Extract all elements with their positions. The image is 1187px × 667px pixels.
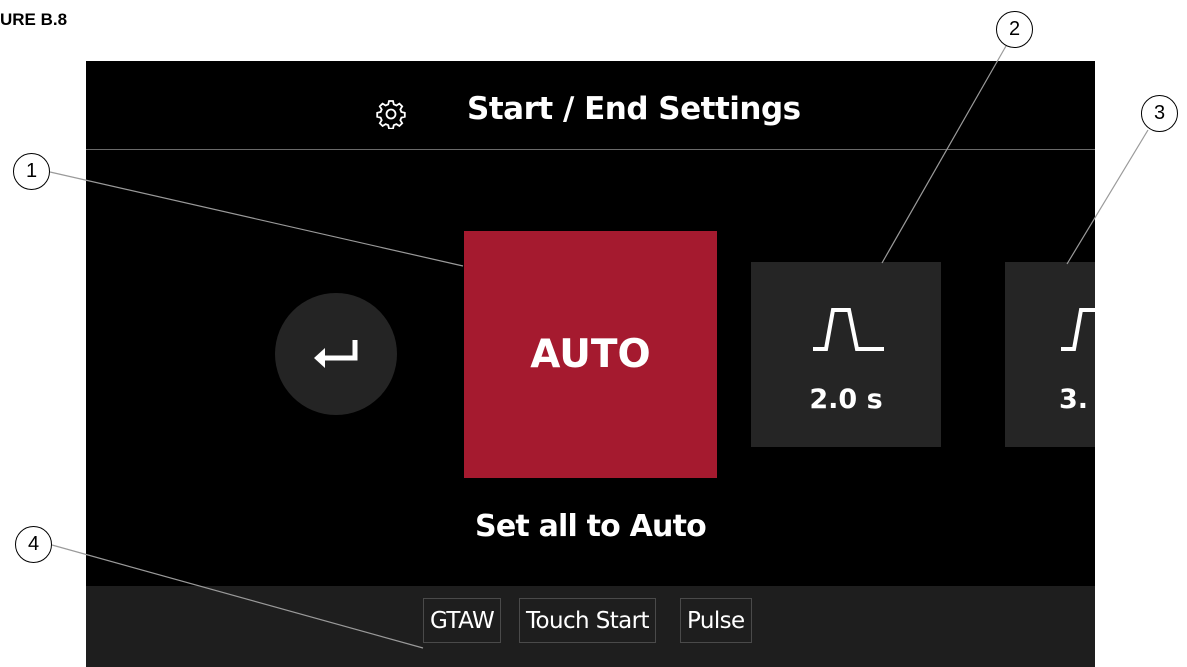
- gear-icon: [376, 99, 406, 130]
- return-arrow-icon: [314, 340, 358, 368]
- chip-gtaw: GTAW: [423, 598, 502, 643]
- start-time-tile[interactable]: 2.0 s: [751, 262, 941, 447]
- auto-button[interactable]: AUTO: [464, 231, 717, 478]
- page-title: Start / End Settings: [467, 91, 801, 127]
- chip-pulse: Pulse: [680, 598, 752, 643]
- end-time-value: 3.: [1059, 384, 1089, 415]
- figure-label: URE B.8: [0, 10, 68, 29]
- ramp-pulse-icon: [1061, 308, 1095, 351]
- ramp-pulse-icon: [813, 308, 884, 351]
- back-button[interactable]: [275, 293, 397, 415]
- end-time-tile[interactable]: 3.: [1005, 262, 1095, 447]
- auto-caption: Set all to Auto: [475, 509, 707, 544]
- device-screen: Start / End Settings AUTO 2.0 s 3. Set a…: [86, 61, 1095, 667]
- callout-1: 1: [13, 153, 50, 190]
- start-time-value: 2.0 s: [809, 384, 883, 415]
- chip-touch-start: Touch Start: [519, 598, 656, 643]
- callout-4: 4: [15, 526, 52, 563]
- callout-3: 3: [1141, 95, 1178, 132]
- callout-2: 2: [996, 11, 1033, 48]
- auto-label: AUTO: [530, 332, 651, 377]
- screen-header: Start / End Settings: [86, 61, 1095, 150]
- status-footer: GTAW Touch Start Pulse: [86, 586, 1095, 667]
